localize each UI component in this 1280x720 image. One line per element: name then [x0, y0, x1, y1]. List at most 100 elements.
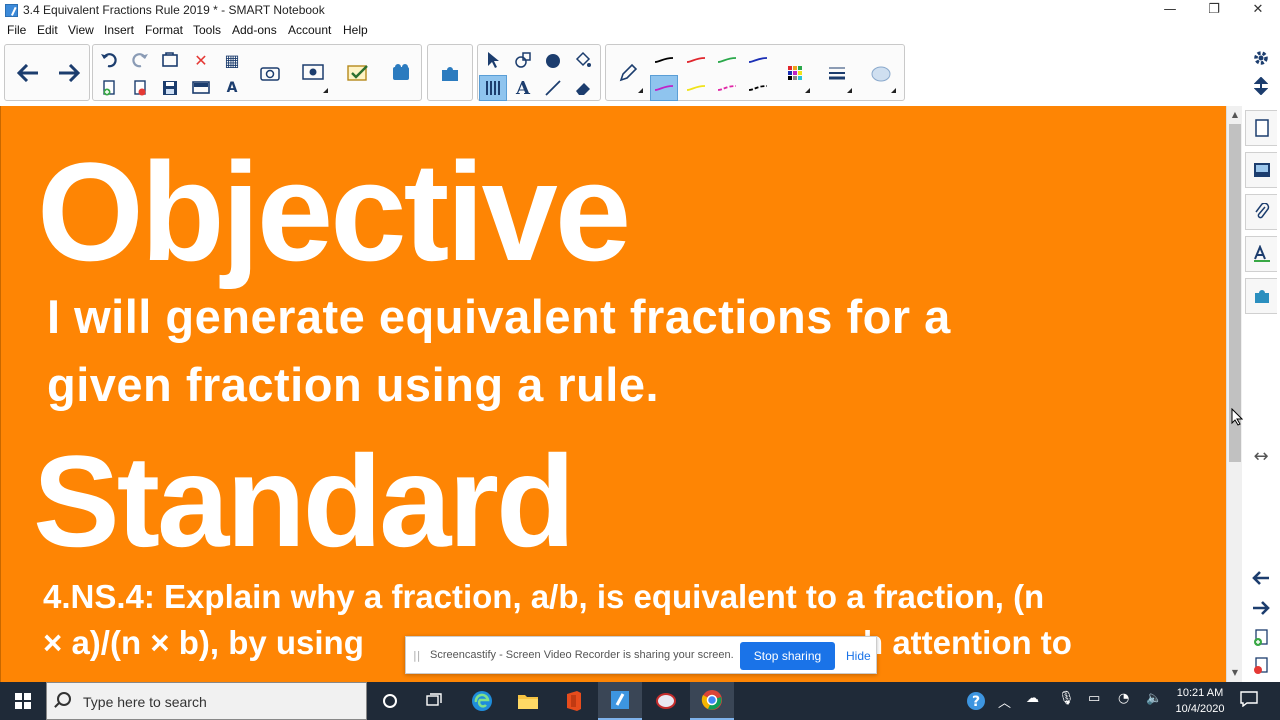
delete-button[interactable]: ✕: [187, 47, 215, 73]
pen-color-red[interactable]: [682, 47, 710, 73]
text-format-button[interactable]: A: [218, 75, 246, 101]
task-view-button[interactable]: [412, 682, 456, 720]
menu-edit[interactable]: Edit: [37, 23, 58, 37]
menu-addons[interactable]: Add-ons: [232, 23, 277, 37]
cortana-button[interactable]: [368, 682, 412, 720]
file-explorer-button[interactable]: [506, 682, 550, 720]
microphone-icon[interactable]: 🎙: [1058, 691, 1075, 706]
insert-table-button[interactable]: ▦: [218, 47, 246, 73]
gallery-tab[interactable]: [1245, 152, 1277, 188]
close-button[interactable]: ✕: [1236, 0, 1280, 21]
pen-color-magenta-dash[interactable]: [713, 75, 741, 101]
menu-file[interactable]: File: [7, 23, 26, 37]
vertical-scrollbar[interactable]: ▲ ▼: [1226, 106, 1242, 682]
main-toolbar: ✕ ▦ A A: [0, 40, 1280, 105]
shape-recognition-button[interactable]: [509, 47, 537, 73]
pen-color-purple[interactable]: [650, 75, 678, 101]
help-tray-icon[interactable]: ?: [966, 691, 986, 715]
new-page-icon: [103, 80, 115, 96]
notifications-icon[interactable]: [1240, 691, 1258, 711]
smart-notebook-taskbar-button[interactable]: [598, 682, 642, 720]
restore-button[interactable]: ❐: [1192, 0, 1236, 21]
pen-color-yellow[interactable]: [682, 75, 710, 101]
add-page-icon: [1254, 629, 1268, 646]
open-file-button[interactable]: [156, 47, 184, 73]
menu-format[interactable]: Format: [145, 23, 183, 37]
response-assessment-button[interactable]: [341, 51, 375, 95]
menu-help[interactable]: Help: [343, 23, 368, 37]
edge-browser-button[interactable]: [460, 682, 504, 720]
drag-grip-icon[interactable]: ||: [413, 649, 420, 662]
sidebar-add-page-button[interactable]: [1248, 626, 1274, 650]
scroll-up-arrow[interactable]: ▲: [1227, 108, 1243, 122]
sidebar-previous-page-button[interactable]: [1248, 566, 1274, 590]
sidebar-delete-page-button[interactable]: [1248, 654, 1274, 678]
objective-heading: Objective: [37, 133, 631, 290]
pen-color-blue[interactable]: [744, 47, 772, 73]
shapes-button[interactable]: [539, 47, 567, 73]
save-button[interactable]: [156, 75, 184, 101]
addon-button[interactable]: [384, 51, 418, 95]
properties-tab[interactable]: [1245, 236, 1277, 272]
pen-color-black[interactable]: [650, 47, 678, 73]
hide-banner-link[interactable]: Hide: [846, 649, 871, 663]
taskbar-search-box[interactable]: Type here to search: [46, 682, 367, 720]
addons-tab[interactable]: [1245, 278, 1277, 314]
color-palette-button[interactable]: [778, 51, 812, 95]
sidebar-next-page-button[interactable]: [1248, 596, 1274, 620]
next-page-button[interactable]: [52, 51, 86, 95]
fill-effects-button[interactable]: [864, 51, 898, 95]
wifi-icon[interactable]: ◔: [1118, 691, 1129, 706]
minimize-button[interactable]: —: [1148, 0, 1192, 21]
move-sidebar-button[interactable]: [1248, 74, 1274, 98]
pen-color-green[interactable]: [713, 47, 741, 73]
menu-view[interactable]: View: [68, 23, 94, 37]
volume-speaker-icon[interactable]: 🔈: [1146, 691, 1162, 706]
menu-tools[interactable]: Tools: [193, 23, 221, 37]
redo-button[interactable]: [126, 47, 154, 73]
slide-canvas[interactable]: Objective I will generate equivalent fra…: [0, 106, 1226, 682]
share-message: Screencastify - Screen Video Recorder is…: [430, 649, 734, 661]
chrome-logo-icon: [701, 690, 722, 710]
lesson-activity-builder-button[interactable]: [433, 51, 467, 95]
scroll-down-arrow[interactable]: ▼: [1227, 666, 1243, 680]
menu-insert[interactable]: Insert: [104, 23, 134, 37]
taskbar-clock[interactable]: 10:21 AM 10/4/2020: [1168, 685, 1232, 717]
chrome-button[interactable]: [690, 682, 734, 720]
undo-button[interactable]: [95, 47, 123, 73]
delete-page-button[interactable]: [126, 75, 154, 101]
attachments-tab[interactable]: [1245, 194, 1277, 230]
standard-line-1: 4.NS.4: Explain why a fraction, a/b, is …: [43, 578, 1045, 615]
start-button[interactable]: [0, 682, 46, 720]
eraser-tool-button[interactable]: [569, 75, 597, 101]
menu-account[interactable]: Account: [288, 23, 331, 37]
arrow-left-icon: [17, 64, 38, 82]
page-sorter-tab[interactable]: [1245, 110, 1277, 146]
whiteboard-app-button[interactable]: [644, 682, 688, 720]
line-tool-button[interactable]: [539, 75, 567, 101]
screen-shade-button[interactable]: [187, 75, 215, 101]
pen-color-black-dash[interactable]: [744, 75, 772, 101]
pen-type-button[interactable]: [611, 51, 645, 95]
window-title: 3.4 Equivalent Fractions Rule 2019 * - S…: [23, 3, 325, 17]
arrow-right-icon: [59, 64, 80, 82]
text-tool-button[interactable]: A: [509, 75, 537, 101]
text-a-icon: A: [516, 77, 530, 99]
screen-capture-button[interactable]: [253, 51, 287, 95]
battery-icon[interactable]: ▭: [1088, 691, 1100, 706]
line-style-button[interactable]: [820, 51, 854, 95]
settings-button[interactable]: [1248, 46, 1274, 70]
stop-sharing-button[interactable]: Stop sharing: [740, 642, 835, 670]
document-camera-button[interactable]: [296, 51, 330, 95]
expand-width-button[interactable]: ↔: [1248, 444, 1274, 468]
select-tool-button[interactable]: [479, 47, 507, 73]
pens-tool-button[interactable]: [479, 75, 507, 101]
onedrive-cloud-icon[interactable]: ☁: [1026, 691, 1039, 706]
previous-page-button[interactable]: [11, 51, 45, 95]
properties-text-icon: [1253, 245, 1270, 262]
fill-tool-button[interactable]: [569, 47, 597, 73]
new-page-button[interactable]: [95, 75, 123, 101]
office-button[interactable]: [552, 682, 596, 720]
show-hidden-icons-chevron-icon[interactable]: ︿: [998, 692, 1011, 711]
pen-stroke-icon: [748, 57, 768, 63]
